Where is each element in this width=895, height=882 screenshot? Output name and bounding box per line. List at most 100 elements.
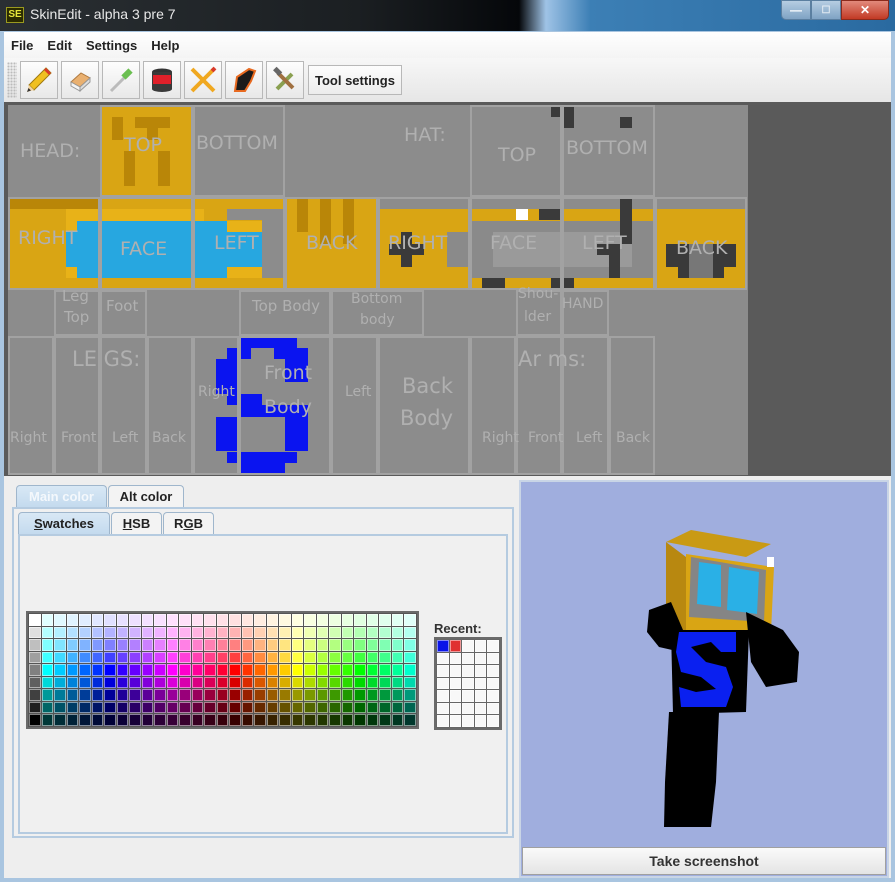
color-swatch[interactable] <box>116 664 128 676</box>
color-swatch[interactable] <box>29 714 41 726</box>
color-swatch[interactable] <box>279 639 291 651</box>
recent-color-swatch[interactable] <box>474 652 486 664</box>
color-swatch[interactable] <box>254 714 266 726</box>
color-swatch[interactable] <box>166 701 178 713</box>
color-swatch[interactable] <box>154 651 166 663</box>
color-swatch[interactable] <box>404 664 416 676</box>
color-swatch[interactable] <box>79 676 91 688</box>
color-swatch[interactable] <box>354 626 366 638</box>
color-swatch[interactable] <box>179 689 191 701</box>
color-swatch[interactable] <box>404 626 416 638</box>
color-swatch[interactable] <box>279 689 291 701</box>
body-left-cell[interactable] <box>331 336 378 475</box>
eyedropper-tool-button[interactable] <box>102 61 140 99</box>
color-swatch[interactable] <box>291 676 303 688</box>
color-swatch[interactable] <box>129 701 141 713</box>
recent-color-swatch[interactable] <box>474 665 486 677</box>
color-swatch[interactable] <box>104 714 116 726</box>
skin-3d-preview[interactable]: Take screenshot <box>519 480 889 878</box>
color-swatch[interactable] <box>366 639 378 651</box>
color-swatch[interactable] <box>116 714 128 726</box>
color-swatch[interactable] <box>216 676 228 688</box>
color-swatch[interactable] <box>391 714 403 726</box>
color-swatch[interactable] <box>41 689 53 701</box>
color-swatch[interactable] <box>204 639 216 651</box>
color-swatch[interactable] <box>291 626 303 638</box>
color-swatch[interactable] <box>316 701 328 713</box>
color-swatch[interactable] <box>304 689 316 701</box>
color-swatch[interactable] <box>291 689 303 701</box>
recent-color-swatch[interactable] <box>449 702 461 714</box>
color-swatch[interactable] <box>216 626 228 638</box>
color-swatch[interactable] <box>104 614 116 626</box>
color-swatch[interactable] <box>241 614 253 626</box>
color-swatch[interactable] <box>391 701 403 713</box>
color-swatch[interactable] <box>341 676 353 688</box>
color-swatch[interactable] <box>29 689 41 701</box>
color-swatch[interactable] <box>129 651 141 663</box>
color-swatch[interactable] <box>66 614 78 626</box>
color-swatch[interactable] <box>79 639 91 651</box>
color-swatch[interactable] <box>291 714 303 726</box>
color-swatch[interactable] <box>379 701 391 713</box>
color-swatch[interactable] <box>191 676 203 688</box>
color-swatch[interactable] <box>54 626 66 638</box>
color-swatch[interactable] <box>366 714 378 726</box>
recent-color-swatch[interactable] <box>487 677 499 689</box>
menu-settings[interactable]: Settings <box>86 38 137 53</box>
tab-alt-color[interactable]: Alt color <box>108 485 184 507</box>
color-swatch[interactable] <box>54 676 66 688</box>
color-swatch[interactable] <box>366 701 378 713</box>
skin-texture-canvas[interactable]: HEAD: TOP BOTTOM HAT: TOP BOTTOM RIGHT FACE LEFT… <box>8 105 748 475</box>
color-swatch[interactable] <box>391 689 403 701</box>
color-swatch[interactable] <box>354 689 366 701</box>
color-swatch[interactable] <box>166 626 178 638</box>
color-swatch[interactable] <box>216 651 228 663</box>
color-swatch[interactable] <box>66 651 78 663</box>
color-swatch[interactable] <box>379 714 391 726</box>
color-swatch[interactable] <box>79 714 91 726</box>
color-swatch[interactable] <box>66 701 78 713</box>
color-swatch[interactable] <box>66 664 78 676</box>
color-swatch[interactable] <box>404 714 416 726</box>
color-swatch[interactable] <box>179 626 191 638</box>
color-swatch[interactable] <box>329 639 341 651</box>
color-swatch[interactable] <box>104 626 116 638</box>
color-swatch[interactable] <box>141 714 153 726</box>
color-swatch[interactable] <box>54 639 66 651</box>
recent-color-swatch[interactable] <box>437 702 449 714</box>
color-swatch[interactable] <box>141 614 153 626</box>
color-swatch[interactable] <box>154 714 166 726</box>
color-swatch[interactable] <box>329 614 341 626</box>
color-swatch[interactable] <box>179 701 191 713</box>
color-swatch[interactable] <box>241 676 253 688</box>
color-swatch[interactable] <box>404 689 416 701</box>
recent-color-swatch[interactable] <box>437 690 449 702</box>
color-swatch[interactable] <box>129 664 141 676</box>
color-swatch[interactable] <box>316 714 328 726</box>
color-swatch[interactable] <box>179 651 191 663</box>
line-tool-button[interactable] <box>184 61 222 99</box>
color-swatch[interactable] <box>341 714 353 726</box>
color-swatch[interactable] <box>379 614 391 626</box>
color-swatch[interactable] <box>91 676 103 688</box>
color-swatch[interactable] <box>291 651 303 663</box>
color-swatch[interactable] <box>116 701 128 713</box>
color-swatch[interactable] <box>329 689 341 701</box>
color-swatch[interactable] <box>191 639 203 651</box>
body-right-cell[interactable] <box>192 336 239 475</box>
color-swatch[interactable] <box>391 639 403 651</box>
color-swatch[interactable] <box>41 651 53 663</box>
recent-color-swatch[interactable] <box>487 665 499 677</box>
arm-right-cell[interactable] <box>470 336 517 475</box>
color-swatch[interactable] <box>304 614 316 626</box>
color-swatch[interactable] <box>279 676 291 688</box>
color-swatch[interactable] <box>191 701 203 713</box>
color-swatch[interactable] <box>104 639 116 651</box>
color-swatch[interactable] <box>41 614 53 626</box>
color-swatch[interactable] <box>354 651 366 663</box>
color-swatch[interactable] <box>241 714 253 726</box>
tab-swatches[interactable]: Swatches <box>18 512 110 534</box>
color-swatch[interactable] <box>391 676 403 688</box>
color-swatch[interactable] <box>91 639 103 651</box>
